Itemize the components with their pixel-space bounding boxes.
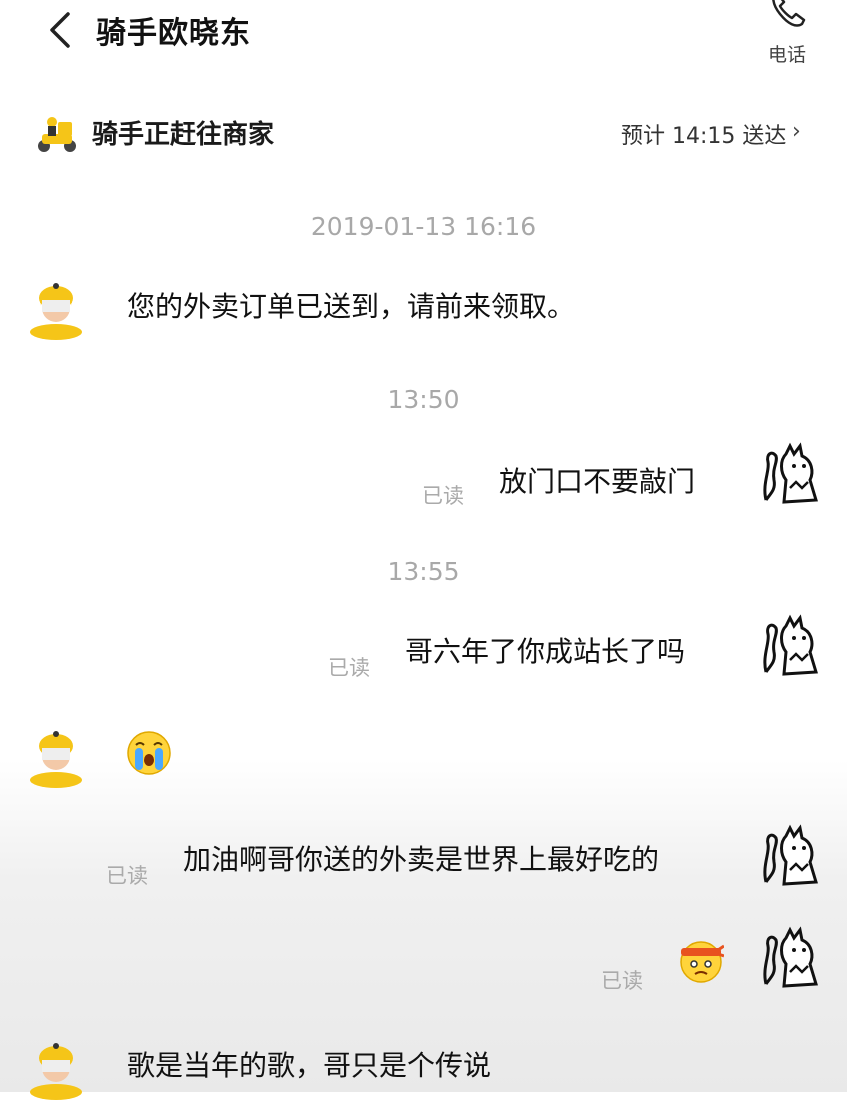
delivery-status-text[interactable]: 骑手正赶往商家 (92, 114, 274, 151)
rider-avatar[interactable] (30, 1040, 82, 1100)
chevron-right-icon[interactable]: › (792, 119, 801, 144)
eta-text[interactable]: 预计 14:15 送达 (621, 118, 786, 150)
message-text: 加油啊哥你送的外卖是世界上最好吃的 (183, 843, 660, 876)
scooter-icon (38, 117, 76, 152)
rider-avatar[interactable] (30, 728, 82, 788)
back-arrow-icon[interactable] (44, 10, 76, 50)
user-avatar[interactable] (756, 440, 826, 512)
timestamp: 13:50 (387, 385, 460, 414)
page-title: 骑手欧晓东 (96, 16, 251, 51)
user-avatar[interactable] (756, 924, 826, 996)
read-status: 已读 (601, 969, 643, 993)
user-avatar[interactable] (756, 822, 826, 894)
rider-avatar[interactable] (30, 280, 82, 340)
read-status: 已读 (106, 864, 148, 888)
user-avatar[interactable] (756, 612, 826, 684)
timestamp: 2019-01-13 16:16 (310, 212, 537, 241)
crying-face-emoji-icon (127, 731, 171, 775)
message-text: 放门口不要敲门 (499, 465, 696, 498)
message-text: 哥六年了你成站长了吗 (405, 635, 686, 668)
message-text: 歌是当年的歌，哥只是个传说 (127, 1049, 492, 1082)
headband-face-emoji-icon (680, 941, 724, 983)
message-text: 您的外卖订单已送到，请前来领取。 (127, 290, 576, 323)
timestamp: 13:55 (387, 557, 460, 586)
phone-icon[interactable] (766, 0, 810, 32)
read-status: 已读 (328, 656, 370, 680)
phone-label[interactable]: 电话 (768, 40, 806, 67)
read-status: 已读 (422, 484, 464, 508)
